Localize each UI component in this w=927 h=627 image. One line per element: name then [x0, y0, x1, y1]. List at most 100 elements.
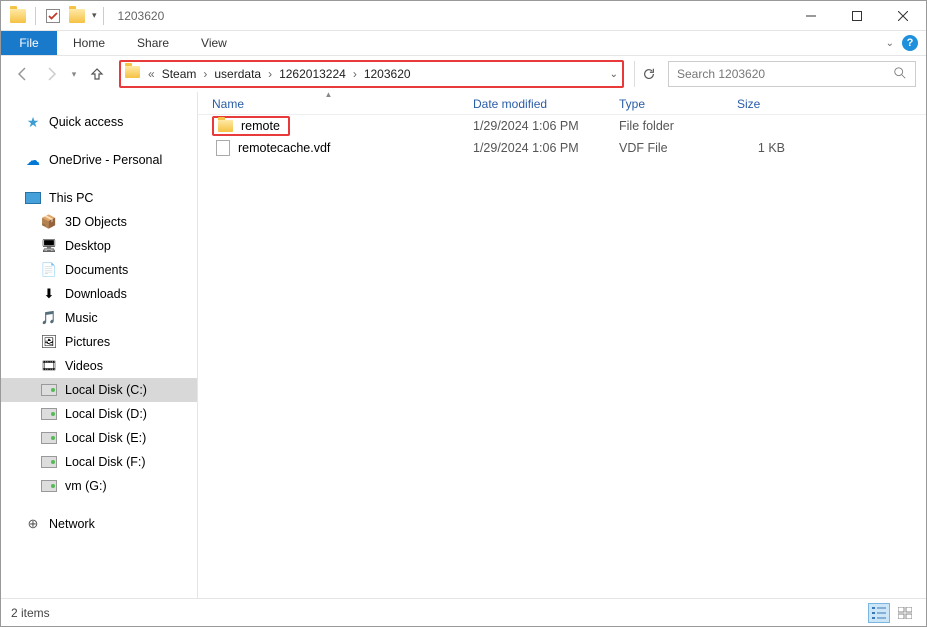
chevron-right-icon[interactable]: › — [198, 67, 212, 81]
titlebar: ▾ 1203620 — [1, 1, 926, 31]
navpane-label: Documents — [65, 263, 128, 277]
chevron-right-icon[interactable]: › — [263, 67, 277, 81]
folder-icon — [218, 120, 233, 132]
column-size[interactable]: Size — [723, 97, 803, 111]
navpane-item[interactable]: 📦 3D Objects — [1, 210, 197, 234]
navpane-network[interactable]: ⊕ Network — [1, 512, 197, 536]
folder-icon — [41, 430, 57, 446]
breadcrumb-overflow[interactable]: « — [143, 67, 160, 81]
qat-new-folder[interactable] — [66, 5, 88, 27]
qat-separator-2 — [103, 7, 104, 25]
column-type[interactable]: Type — [605, 97, 723, 111]
navpane-label: Music — [65, 311, 98, 325]
navpane-item[interactable]: Local Disk (E:) — [1, 426, 197, 450]
content-area: ★ Quick access ☁ OneDrive - Personal Thi… — [1, 92, 926, 598]
tab-home[interactable]: Home — [57, 31, 121, 55]
navpane-label: Videos — [65, 359, 103, 373]
quick-access-toolbar: ▾ — [1, 5, 108, 27]
navpane-item[interactable]: ⬇ Downloads — [1, 282, 197, 306]
navpane-label: Quick access — [49, 115, 123, 129]
file-name: remotecache.vdf — [238, 141, 330, 155]
file-row[interactable]: remote1/29/2024 1:06 PMFile folder — [198, 115, 926, 137]
folder-icon — [41, 454, 57, 470]
file-name: remote — [241, 119, 280, 133]
recent-dropdown[interactable]: ▾ — [67, 62, 81, 86]
minimize-button[interactable] — [788, 1, 834, 31]
ribbon-tabs: File Home Share View ⌄ ? — [1, 31, 926, 56]
breadcrumb-item[interactable]: Steam — [160, 67, 199, 81]
column-name[interactable]: Name — [198, 97, 459, 111]
navpane-label: vm (G:) — [65, 479, 107, 493]
navpane-label: Local Disk (F:) — [65, 455, 146, 469]
address-bar[interactable]: « Steam › userdata › 1262013224 › 120362… — [119, 60, 624, 88]
folder-icon: 🖼 — [41, 334, 57, 350]
window-title: 1203620 — [118, 9, 165, 23]
navpane-onedrive[interactable]: ☁ OneDrive - Personal — [1, 148, 197, 172]
folder-icon: 📄 — [41, 262, 57, 278]
navpane-item[interactable]: Local Disk (F:) — [1, 450, 197, 474]
help-icon[interactable]: ? — [902, 35, 918, 51]
file-row[interactable]: remotecache.vdf1/29/2024 1:06 PMVDF File… — [198, 137, 926, 159]
file-type: VDF File — [605, 141, 723, 155]
navpane-label: Network — [49, 517, 95, 531]
search-placeholder: Search 1203620 — [677, 67, 765, 81]
navpane-label: Downloads — [65, 287, 127, 301]
tab-view[interactable]: View — [185, 31, 243, 55]
search-input[interactable]: Search 1203620 — [668, 61, 916, 87]
up-button[interactable] — [85, 62, 109, 86]
star-icon: ★ — [25, 114, 41, 130]
folder-icon: 🎞 — [41, 358, 57, 374]
chevron-right-icon[interactable]: › — [348, 67, 362, 81]
navpane-quick-access[interactable]: ★ Quick access — [1, 110, 197, 134]
navpane-item[interactable]: Local Disk (C:) — [1, 378, 197, 402]
breadcrumb-item[interactable]: userdata — [212, 67, 263, 81]
navpane-item[interactable]: 🎞 Videos — [1, 354, 197, 378]
breadcrumb-item[interactable]: 1203620 — [362, 67, 413, 81]
app-icon — [7, 5, 29, 27]
qat-separator — [35, 7, 36, 25]
navpane-this-pc[interactable]: This PC — [1, 186, 197, 210]
qat-customize-dropdown[interactable]: ▾ — [92, 10, 97, 21]
navpane-item[interactable]: 📄 Documents — [1, 258, 197, 282]
file-date: 1/29/2024 1:06 PM — [459, 119, 605, 133]
refresh-button[interactable] — [634, 61, 662, 87]
folder-icon — [41, 478, 57, 494]
folder-icon: 🎵 — [41, 310, 57, 326]
navpane-label: Pictures — [65, 335, 110, 349]
navigation-pane[interactable]: ★ Quick access ☁ OneDrive - Personal Thi… — [1, 92, 198, 598]
navpane-item[interactable]: Local Disk (D:) — [1, 402, 197, 426]
qat-properties-checkbox[interactable] — [42, 5, 64, 27]
address-dropdown-icon[interactable]: ⌄ — [610, 69, 618, 80]
status-bar: 2 items — [1, 598, 926, 626]
navpane-label: 3D Objects — [65, 215, 127, 229]
close-button[interactable] — [880, 1, 926, 31]
folder-icon: ⬇ — [41, 286, 57, 302]
navpane-item[interactable]: vm (G:) — [1, 474, 197, 498]
file-icon — [216, 140, 230, 156]
tab-share[interactable]: Share — [121, 31, 185, 55]
navpane-item[interactable]: 🎵 Music — [1, 306, 197, 330]
ribbon-expand-icon[interactable]: ⌄ — [886, 38, 894, 49]
search-icon — [893, 66, 907, 83]
navpane-item[interactable]: 🖥Desktop — [1, 234, 197, 258]
navpane-label: Local Disk (C:) — [65, 383, 147, 397]
navigation-bar: ▾ « Steam › userdata › 1262013224 › 1203… — [1, 56, 926, 92]
folder-icon — [41, 406, 57, 422]
file-list-pane: ▲ Name Date modified Type Size remote1/2… — [198, 92, 926, 598]
back-button[interactable] — [11, 62, 35, 86]
cloud-icon: ☁ — [25, 152, 41, 168]
file-tab[interactable]: File — [1, 31, 57, 55]
navpane-label: Local Disk (D:) — [65, 407, 147, 421]
navpane-label: OneDrive - Personal — [49, 153, 162, 167]
file-size: 1 KB — [723, 141, 803, 155]
thumbnails-view-button[interactable] — [894, 603, 916, 623]
details-view-button[interactable] — [868, 603, 890, 623]
status-item-count: 2 items — [11, 606, 50, 620]
navpane-item[interactable]: 🖼 Pictures — [1, 330, 197, 354]
folder-icon: 📦 — [41, 214, 57, 230]
navpane-label: Local Disk (E:) — [65, 431, 146, 445]
forward-button[interactable] — [39, 62, 63, 86]
breadcrumb-item[interactable]: 1262013224 — [277, 67, 348, 81]
column-date[interactable]: Date modified — [459, 97, 605, 111]
maximize-button[interactable] — [834, 1, 880, 31]
